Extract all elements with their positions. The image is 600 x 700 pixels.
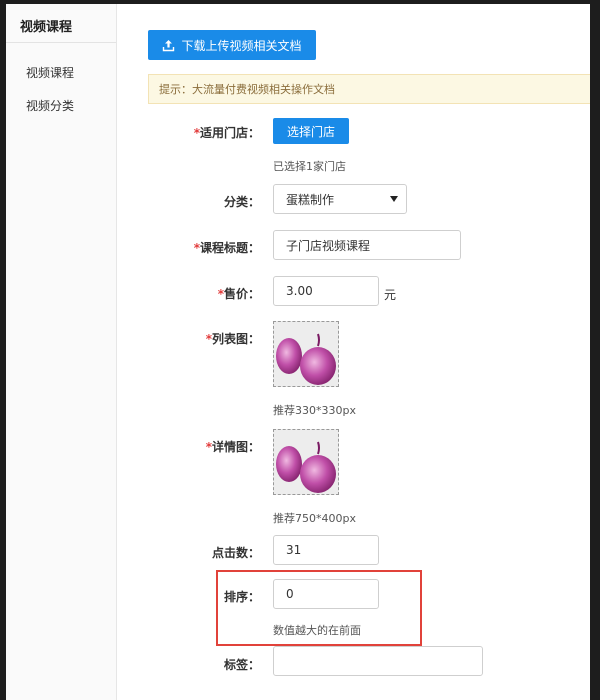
tip-text: 提示：大流量付费视频相关操作文档: [159, 83, 335, 96]
select-store-button[interactable]: 选择门店: [273, 118, 349, 144]
sidebar-title: 视频课程: [20, 20, 73, 35]
course-title-input[interactable]: 子门店视频课程: [273, 230, 461, 260]
sort-value: 0: [286, 587, 294, 601]
sidebar-divider: [6, 42, 116, 43]
download-docs-label: 下载上传视频相关文档: [181, 38, 302, 53]
sort-input[interactable]: 0: [273, 579, 379, 609]
list-image-hint: 推荐330*330px: [273, 404, 356, 417]
price-unit: 元: [384, 288, 397, 302]
price-input[interactable]: 3.00: [273, 276, 379, 306]
course-title-label: *课程标题：: [193, 241, 260, 255]
category-select-value: 蛋糕制作: [286, 192, 335, 207]
category-select[interactable]: 蛋糕制作: [273, 184, 407, 214]
list-image-upload[interactable]: [273, 321, 339, 387]
sidebar-item-video-category[interactable]: 视频分类: [26, 97, 74, 114]
tip-banner: 提示：大流量付费视频相关操作文档: [148, 74, 590, 104]
category-label: 分类：: [223, 195, 260, 209]
download-docs-button[interactable]: 下载上传视频相关文档: [148, 30, 316, 60]
detail-image-label: *详情图：: [205, 440, 260, 454]
detail-image-upload[interactable]: [273, 429, 339, 495]
sort-label: 排序：: [223, 590, 260, 604]
onion-image: [274, 322, 338, 386]
sort-hint: 数值越大的在前面: [273, 624, 361, 637]
app-window: 视频课程 视频课程 视频分类 下载上传视频相关文档 提示：大流量付费视频相关操作…: [6, 4, 590, 700]
sidebar-item-video-course[interactable]: 视频课程: [26, 64, 74, 81]
store-label: *适用门店：: [193, 126, 260, 140]
price-label: *售价：: [217, 287, 260, 301]
main-content: 下载上传视频相关文档 提示：大流量付费视频相关操作文档 *适用门店： 选择门店 …: [116, 4, 590, 700]
upload-icon: [163, 39, 175, 51]
tags-label: 标签：: [223, 658, 260, 672]
detail-image-hint: 推荐750*400px: [273, 512, 356, 525]
clicks-value: 31: [286, 543, 302, 557]
clicks-label: 点击数：: [211, 546, 260, 560]
price-value: 3.00: [286, 284, 313, 298]
list-image-label: *列表图：: [205, 332, 260, 346]
course-title-value: 子门店视频课程: [286, 238, 371, 253]
onion-image: [274, 430, 338, 494]
selected-store-text: 已选择1家门店: [273, 160, 346, 173]
clicks-input[interactable]: 31: [273, 535, 379, 565]
caret-down-icon: [390, 196, 398, 202]
tags-input[interactable]: [273, 646, 483, 676]
sidebar: 视频课程 视频课程 视频分类: [6, 4, 117, 700]
